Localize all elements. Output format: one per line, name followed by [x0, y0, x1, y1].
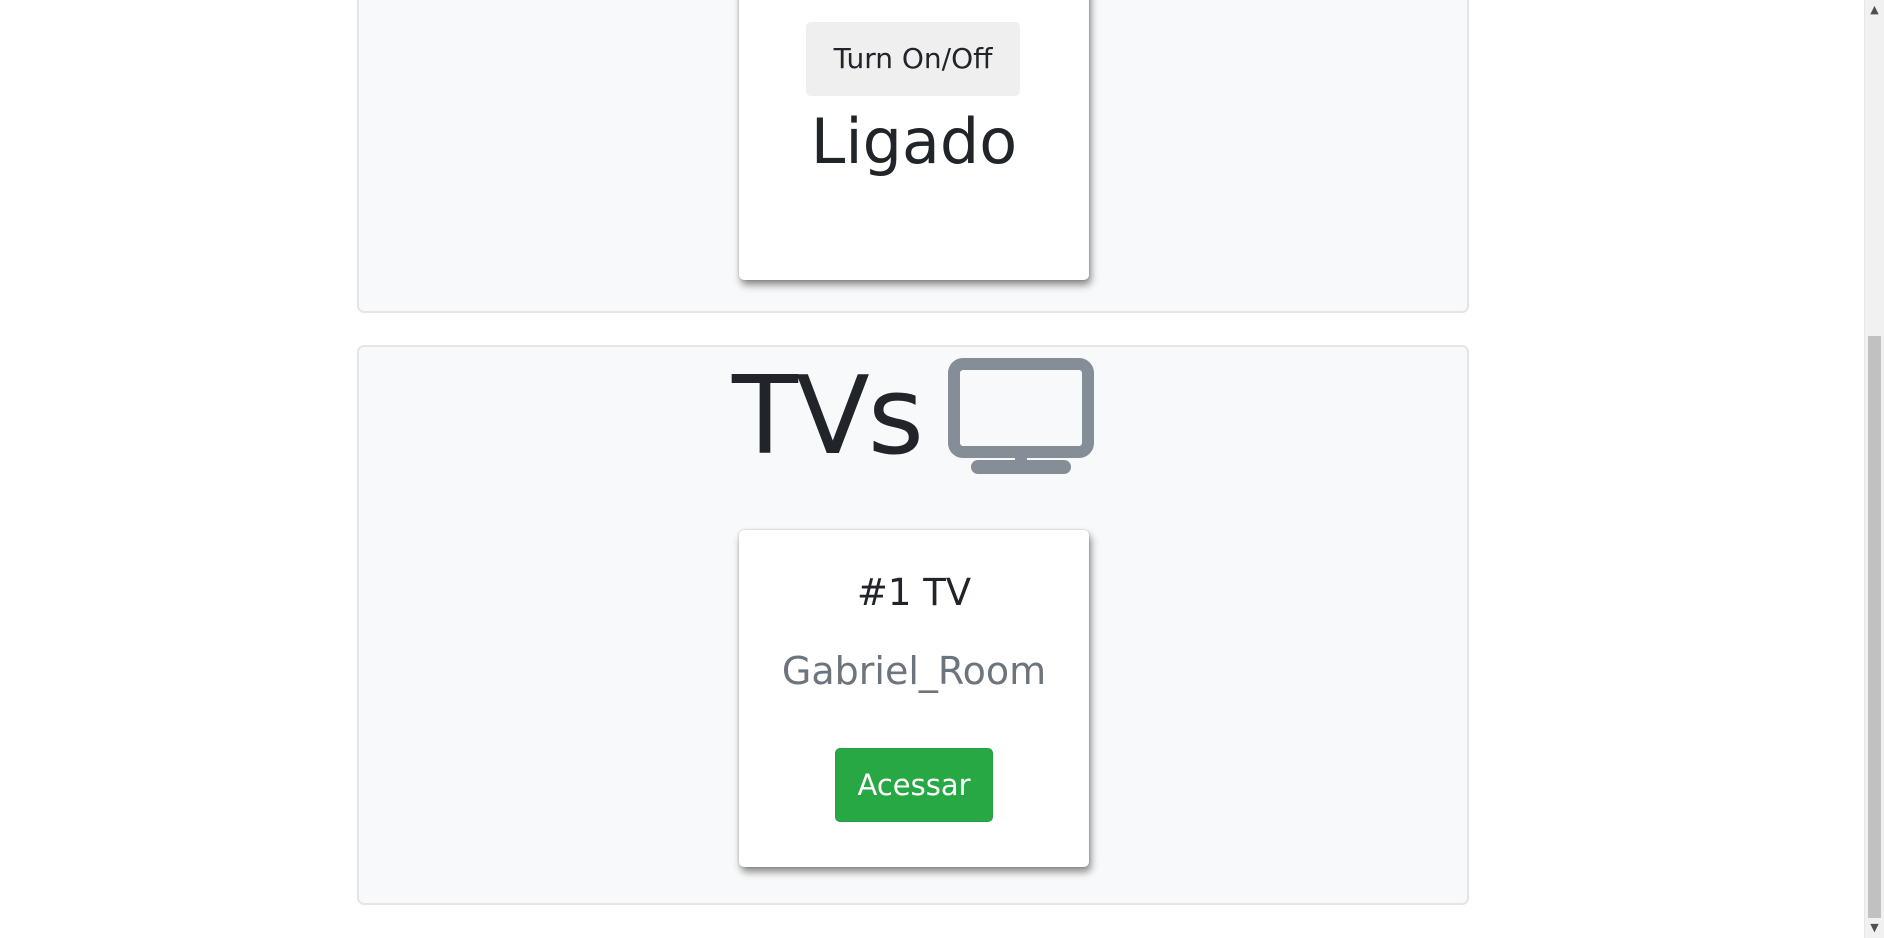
section-heading: TVs — [359, 357, 1467, 477]
scroll-up-arrow-icon[interactable]: ▲ — [1865, 0, 1884, 20]
turn-on-off-button[interactable]: Turn On/Off — [806, 22, 1020, 96]
section-title: TVs — [731, 354, 924, 479]
access-button[interactable]: Acessar — [835, 748, 993, 822]
lights-section: Turn On/Off Ligado — [357, 0, 1469, 313]
tv-device-card: #1 TV Gabriel_Room Acessar — [739, 530, 1089, 867]
page-viewport: Turn On/Off Ligado TVs #1 TV Gabriel_Roo… — [0, 0, 1884, 938]
vertical-scrollbar[interactable]: ▲ ▼ — [1864, 0, 1884, 938]
scroll-down-arrow-icon[interactable]: ▼ — [1865, 918, 1884, 938]
device-status-text: Ligado — [810, 105, 1018, 178]
light-device-card: Turn On/Off Ligado — [739, 0, 1089, 280]
scrollbar-thumb[interactable] — [1868, 336, 1881, 918]
tv-monitor-icon — [948, 358, 1095, 474]
device-title: #1 TV — [856, 571, 972, 614]
device-room: Gabriel_Room — [781, 649, 1047, 693]
tvs-section: TVs #1 TV Gabriel_Room Acessar — [357, 345, 1469, 905]
